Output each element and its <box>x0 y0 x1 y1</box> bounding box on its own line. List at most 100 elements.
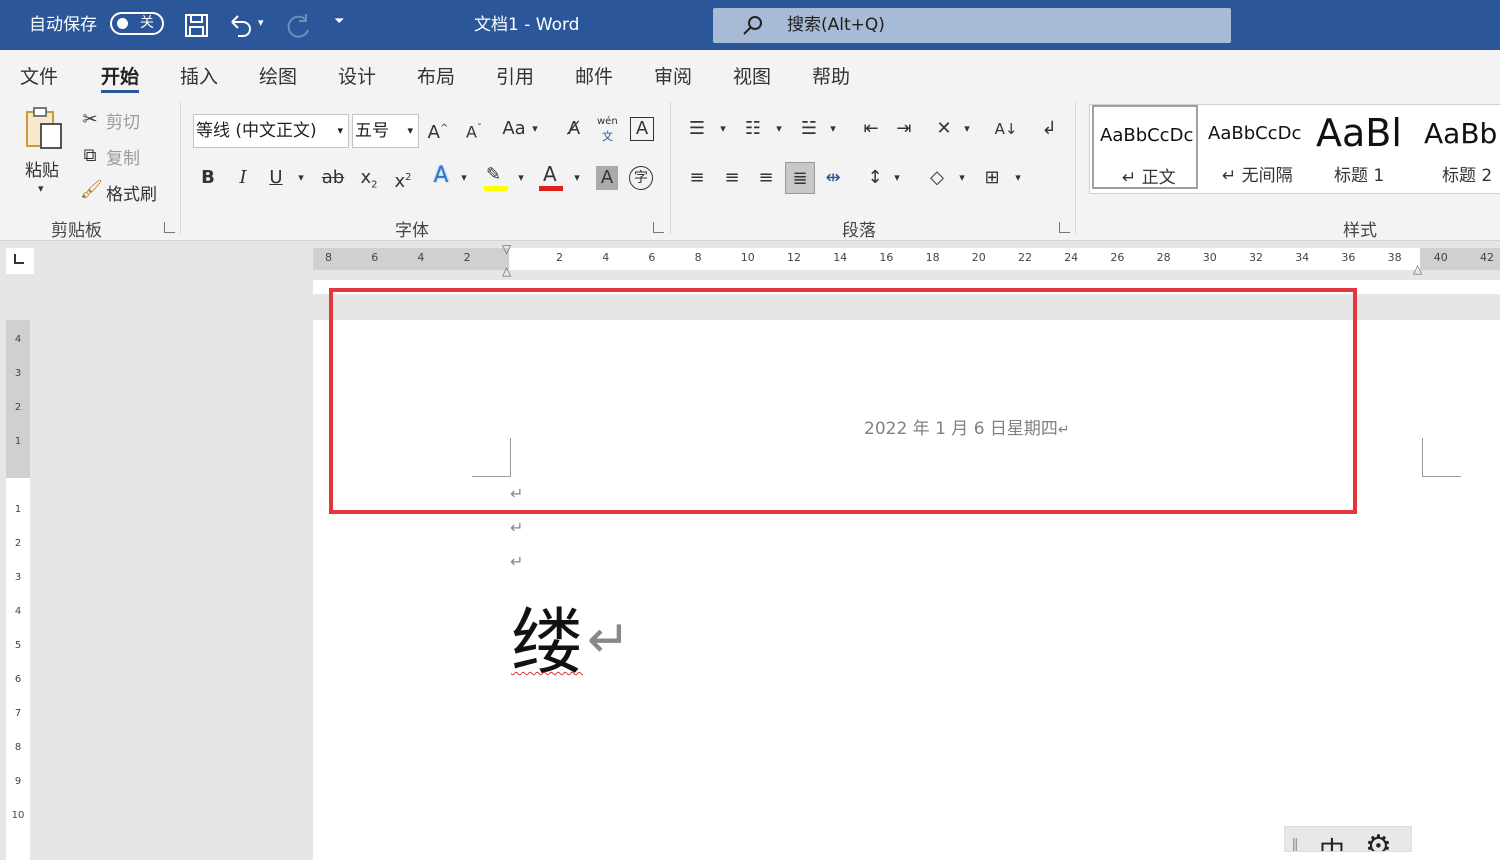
tab-mailings[interactable]: 邮件 <box>575 62 613 89</box>
numbering-icon[interactable]: ☷ <box>740 117 766 141</box>
style-heading-2[interactable]: AaBb 标题 2 <box>1416 105 1500 191</box>
style-normal[interactable]: AaBbCcDc ↵ 正文 <box>1092 105 1198 189</box>
bold-icon[interactable]: B <box>198 166 218 190</box>
subscript-icon[interactable]: x2 <box>358 166 380 198</box>
tab-selector[interactable] <box>6 248 34 274</box>
justify-icon[interactable]: ≣ <box>785 162 815 194</box>
character-shading-icon[interactable]: A <box>596 166 618 190</box>
tab-insert[interactable]: 插入 <box>180 62 218 89</box>
style-preview: AaBbCcDc <box>1208 123 1302 144</box>
text-effects-icon[interactable]: A <box>429 164 453 188</box>
horizontal-ruler[interactable]: 8 6 4 2 2 4 6 8 10 12 14 16 18 20 22 24 26 28 30 32 34 36 38 40… <box>0 242 1500 280</box>
multilevel-list-icon[interactable]: ☱ <box>796 117 822 141</box>
redo-icon[interactable] <box>284 12 312 40</box>
chevron-down-icon[interactable]: ▾ <box>826 117 840 141</box>
clear-formatting-icon[interactable]: A̸ <box>561 117 587 141</box>
chevron-down-icon[interactable]: ▾ <box>772 117 786 141</box>
ime-toolbar[interactable]: ‖ 中 ⚙ <box>1284 826 1412 852</box>
phonetic-guide-bottom[interactable]: 文 <box>602 128 613 144</box>
character-border-icon[interactable]: A <box>630 117 654 141</box>
change-case-icon[interactable]: Aa <box>500 117 528 141</box>
tab-layout[interactable]: 布局 <box>417 62 455 89</box>
paste-icon[interactable] <box>23 106 67 152</box>
underline-icon[interactable]: U <box>266 166 286 190</box>
superscript-icon[interactable]: x2 <box>392 166 414 194</box>
bullets-icon[interactable]: ☰ <box>684 117 710 141</box>
paste-label[interactable]: 粘贴 <box>25 156 59 181</box>
shrink-font-icon[interactable]: Aˇ <box>461 117 487 144</box>
line-spacing-icon[interactable]: ↕ <box>862 166 888 190</box>
copy-label[interactable]: 复制 <box>106 144 140 169</box>
chevron-down-icon[interactable]: ▾ <box>528 117 542 141</box>
ime-mode[interactable]: 中 <box>1319 831 1345 851</box>
chevron-down-icon[interactable]: ▾ <box>294 166 308 190</box>
gear-icon[interactable]: ⚙ <box>1365 829 1392 851</box>
align-left-icon[interactable]: ≡ <box>684 166 710 190</box>
chevron-down-icon[interactable]: ▾ <box>960 117 974 141</box>
search-box[interactable]: 搜索(Alt+Q) <box>713 8 1231 43</box>
show-formatting-marks-icon[interactable]: ↲ <box>1036 117 1062 141</box>
align-center-icon[interactable]: ≡ <box>719 166 745 190</box>
cut-label[interactable]: 剪切 <box>106 108 140 133</box>
chevron-down-icon[interactable]: ▾ <box>955 166 969 190</box>
large-character[interactable]: 缕 <box>511 598 583 686</box>
tab-references[interactable]: 引用 <box>496 62 534 89</box>
style-heading-1[interactable]: AaBl 标题 1 <box>1308 105 1416 191</box>
ruler-number: 6 <box>14 674 22 685</box>
cut-icon[interactable]: ✂ <box>80 108 100 132</box>
font-name-combo[interactable]: 等线 (中文正文) ▾ <box>193 114 349 148</box>
tab-help[interactable]: 帮助 <box>812 62 850 89</box>
font-size-combo[interactable]: 五号 ▾ <box>352 114 419 148</box>
autosave-toggle[interactable]: 关 <box>110 12 164 35</box>
chevron-down-icon[interactable]: ▾ <box>457 166 471 190</box>
copy-icon[interactable]: ⧉ <box>80 144 100 168</box>
ruler-number: 18 <box>925 251 940 264</box>
distributed-icon[interactable]: ⇹ <box>820 166 846 190</box>
highlight-color-icon[interactable]: ✎ <box>484 164 510 191</box>
first-line-indent-marker[interactable]: ▽ <box>502 242 511 256</box>
autosave-label: 自动保存 <box>29 15 97 35</box>
chevron-down-icon[interactable]: ▾ <box>570 166 584 190</box>
chevron-down-icon[interactable]: ▾ <box>716 117 730 141</box>
align-right-icon[interactable]: ≡ <box>753 166 779 190</box>
shading-icon[interactable]: ◇ <box>924 166 950 190</box>
italic-icon[interactable]: I <box>233 166 253 190</box>
save-icon[interactable] <box>184 13 210 39</box>
paste-dropdown-icon[interactable]: ▾ <box>38 182 44 195</box>
chevron-down-icon[interactable]: ▾ <box>514 166 528 190</box>
undo-dropdown-icon[interactable]: ▾ <box>258 16 264 29</box>
ruler-number: 40 <box>1433 251 1448 264</box>
font-color-icon[interactable]: A <box>539 162 565 191</box>
phonetic-guide-top[interactable]: wén <box>597 116 618 127</box>
undo-icon[interactable] <box>226 12 254 38</box>
ruler-margin-left <box>313 248 509 270</box>
format-painter-label[interactable]: 格式刷 <box>106 180 157 205</box>
sort-icon[interactable]: A↓ <box>993 117 1019 141</box>
grow-font-icon[interactable]: A^ <box>425 117 451 145</box>
vertical-ruler[interactable]: 4 3 2 1 1 2 3 4 5 6 7 8 9 10 <box>6 320 30 860</box>
tab-file[interactable]: 文件 <box>20 62 58 89</box>
tab-draw[interactable]: 绘图 <box>259 62 297 89</box>
enclose-characters-icon[interactable]: 字 <box>629 166 653 190</box>
borders-icon[interactable]: ⊞ <box>979 166 1005 190</box>
decrease-indent-icon[interactable]: ⇤ <box>858 117 884 141</box>
customize-qat-icon[interactable]: ⏷ <box>334 14 344 29</box>
hanging-indent-marker[interactable]: △ <box>502 264 511 278</box>
right-indent-marker[interactable]: △ <box>1413 262 1422 276</box>
style-no-spacing[interactable]: AaBbCcDc ↵ 无间隔 <box>1200 105 1308 191</box>
tab-design[interactable]: 设计 <box>338 62 376 89</box>
paragraph-launcher-icon[interactable] <box>1059 222 1070 233</box>
drag-handle-icon[interactable]: ‖ <box>1291 835 1299 851</box>
chevron-down-icon[interactable]: ▾ <box>890 166 904 190</box>
tab-view[interactable]: 视图 <box>733 62 771 89</box>
increase-indent-icon[interactable]: ⇥ <box>891 117 917 141</box>
format-painter-icon[interactable]: 🖌 <box>80 178 103 202</box>
strikethrough-icon[interactable]: ab <box>320 166 346 190</box>
tab-review[interactable]: 审阅 <box>654 62 692 89</box>
font-launcher-icon[interactable] <box>653 222 664 233</box>
chinese-layout-icon[interactable]: ✕ <box>931 117 957 141</box>
clipboard-launcher-icon[interactable] <box>164 222 175 233</box>
ruler-number: 1 <box>14 436 22 447</box>
chevron-down-icon[interactable]: ▾ <box>1011 166 1025 190</box>
tab-home[interactable]: 开始 <box>101 62 139 89</box>
